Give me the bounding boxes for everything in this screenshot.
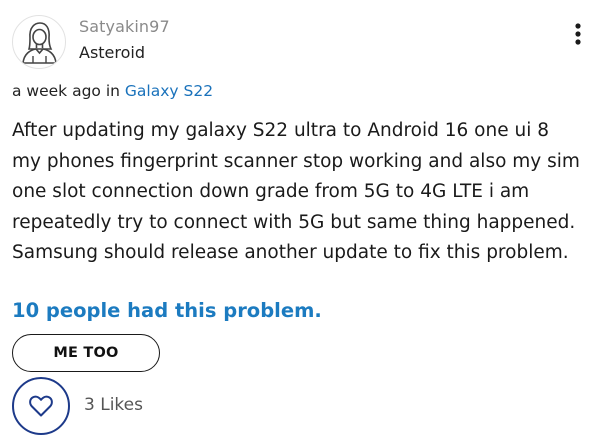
post-body: After updating my galaxy S22 ultra to An…	[12, 120, 580, 263]
likes-count: 3 Likes	[84, 395, 143, 415]
me-too-button[interactable]: ME TOO	[12, 334, 160, 372]
problem-count-text: 10 people had this problem.	[12, 299, 322, 322]
author-username[interactable]: Satyakin97	[79, 17, 170, 36]
posted-time: a week ago	[12, 82, 101, 100]
board-link[interactable]: Galaxy S22	[125, 82, 213, 100]
like-button[interactable]	[12, 377, 70, 435]
more-options-button[interactable]	[566, 20, 590, 50]
post-meta: a week ago in Galaxy S22	[12, 82, 213, 100]
avatar[interactable]	[12, 15, 66, 69]
person-avatar-icon	[22, 22, 57, 64]
in-label: in	[105, 82, 120, 100]
heart-icon	[29, 395, 53, 417]
author-rank: Asteroid	[79, 43, 146, 62]
more-vertical-icon	[575, 23, 581, 45]
